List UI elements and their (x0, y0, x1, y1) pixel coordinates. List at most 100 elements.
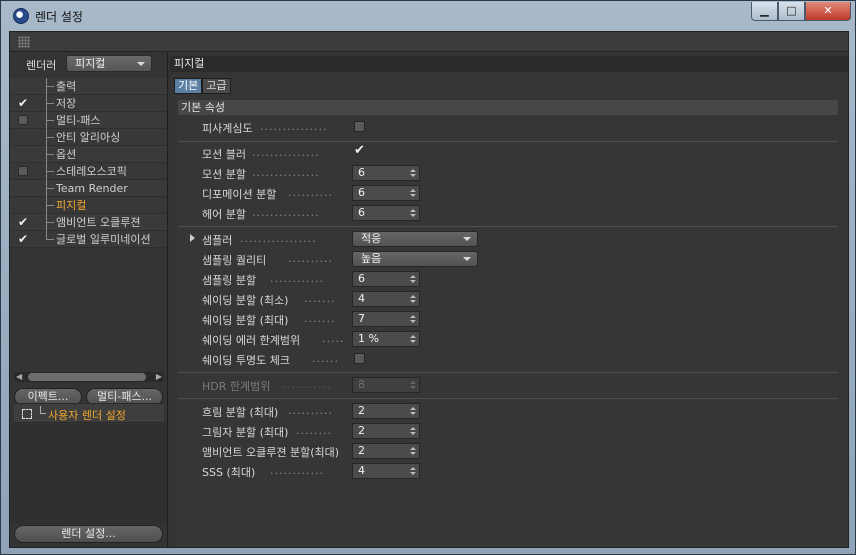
motion-blur-label: 모션 블러 (202, 148, 246, 161)
tree-item[interactable]: 안티 알리아싱 (10, 129, 167, 146)
tree-branch (46, 146, 54, 155)
leader-dots: ................. (240, 232, 317, 245)
enable-checkbox[interactable] (18, 115, 28, 125)
leader-dots: ..... (322, 332, 345, 345)
sampling-subdiv-row: 샘플링 분할 ............ 6 (178, 269, 838, 289)
maximize-button[interactable]: □ (778, 2, 805, 21)
tree-item[interactable]: 멀티-패스 (10, 112, 167, 129)
tree-item[interactable]: ✔ 글로벌 일루미네이션 (10, 231, 167, 248)
tab-basic[interactable]: 기본 (174, 78, 203, 94)
spinner-arrows-icon[interactable] (410, 427, 416, 436)
tree-item-label: 앰비언트 오클루젼 (56, 216, 141, 229)
sss-stepper[interactable]: 4 (352, 463, 420, 479)
tree-item-label: 출력 (56, 80, 77, 93)
sampling-quality-dropdown[interactable]: 높음 (352, 251, 478, 267)
leader-dots: .......... (288, 252, 333, 265)
tree-branch (46, 112, 54, 121)
shading-transparency-checkbox[interactable] (354, 353, 365, 364)
tree-item[interactable]: 출력 (10, 78, 167, 95)
tree-item-label: 글로벌 일루미네이션 (56, 233, 151, 246)
checkmark-icon[interactable]: ✔ (18, 233, 28, 245)
sampling-quality-label: 샘플링 퀄리티 (202, 254, 267, 267)
shading-error-value: 1 % (358, 332, 379, 345)
hair-subdiv-row: 헤어 분할 ............... 6 (178, 203, 838, 223)
tree-item[interactable]: 피지컬 (10, 197, 167, 214)
tree-item[interactable]: Team Render (10, 180, 167, 197)
sampling-quality-value: 높음 (361, 252, 382, 265)
client-area: 렌더러 피지컬 출력 ✔ 저장멀티-패스안티 알리아싱옵션스테레오스코픽 Team R… (9, 31, 849, 548)
grip-handle-icon[interactable] (18, 36, 30, 48)
motion-blur-checkbox[interactable]: ✔ (354, 144, 365, 158)
settings-list-empty (10, 424, 167, 524)
spinner-arrows-icon[interactable] (410, 467, 416, 476)
shading-subdiv-max-stepper[interactable]: 7 (352, 311, 420, 327)
tree-item-label: 저장 (56, 97, 77, 110)
deform-subdiv-stepper[interactable]: 6 (352, 185, 420, 201)
tree-item[interactable]: ✔ 앰비언트 오클루젼 (10, 214, 167, 231)
tree-item-label: 옵션 (56, 148, 77, 161)
leader-dots: ............... (252, 166, 320, 179)
shading-error-label: 쉐이딩 에러 한계범위 (202, 334, 301, 347)
shadow-subdiv-stepper[interactable]: 2 (352, 423, 420, 439)
tree-item[interactable]: 옵션 (10, 146, 167, 163)
checkmark-icon[interactable]: ✔ (18, 97, 28, 109)
spinner-arrows-icon[interactable] (410, 209, 416, 218)
deform-subdiv-value: 6 (358, 186, 365, 199)
leader-dots: ...... (312, 352, 339, 365)
horizontal-scrollbar[interactable]: ◀ ▶ (14, 372, 164, 382)
tree-branch (46, 129, 54, 138)
hair-subdiv-stepper[interactable]: 6 (352, 205, 420, 221)
sampler-dropdown[interactable]: 적응 (352, 231, 478, 247)
shading-subdiv-max-value: 7 (358, 312, 365, 325)
checkmark-icon[interactable]: ✔ (18, 216, 28, 228)
renderer-row: 렌더러 피지컬 (10, 54, 168, 74)
spinner-arrows-icon[interactable] (410, 315, 416, 324)
shadow-subdiv-row: 그림자 분할 (최대) ........ 2 (178, 421, 838, 441)
divider (178, 226, 838, 227)
spinner-arrows-icon (410, 381, 416, 390)
motion-subdiv-stepper[interactable]: 6 (352, 165, 420, 181)
renderer-value: 피지컬 (75, 57, 106, 70)
blurriness-subdiv-stepper[interactable]: 2 (352, 403, 420, 419)
right-panel: 피지컬 기본 고급 기본 속성 피사계심도 ............... 모션… (170, 52, 848, 547)
window-controls: ▁ □ ✕ (751, 2, 851, 21)
render-settings-button[interactable]: 렌더 설정... (14, 525, 163, 543)
spinner-arrows-icon[interactable] (410, 407, 416, 416)
render-setting-icon (22, 409, 32, 419)
chevron-down-icon (137, 62, 145, 66)
tree-item[interactable]: 스테레오스코픽 (10, 163, 167, 180)
spinner-arrows-icon[interactable] (410, 275, 416, 284)
spinner-arrows-icon[interactable] (410, 335, 416, 344)
shading-subdiv-min-stepper[interactable]: 4 (352, 291, 420, 307)
depth-of-field-checkbox[interactable] (354, 121, 365, 132)
spinner-arrows-icon[interactable] (410, 169, 416, 178)
minimize-button[interactable]: ▁ (751, 2, 778, 21)
leader-dots: .......... (288, 404, 333, 417)
close-button[interactable]: ✕ (805, 2, 851, 21)
scroll-right-arrow-icon[interactable]: ▶ (156, 372, 162, 382)
scrollbar-thumb[interactable] (28, 373, 146, 381)
spinner-arrows-icon[interactable] (410, 189, 416, 198)
tree-branch (46, 214, 54, 223)
spinner-arrows-icon[interactable] (410, 447, 416, 456)
leader-dots: ............ (270, 272, 324, 285)
enable-checkbox[interactable] (18, 166, 28, 176)
ao-subdiv-stepper[interactable]: 2 (352, 443, 420, 459)
tree-item-label: 안티 알리아싱 (56, 131, 121, 144)
sampling-subdiv-stepper[interactable]: 6 (352, 271, 420, 287)
shading-error-stepper[interactable]: 1 % (352, 331, 420, 347)
shading-transparency-label: 쉐이딩 투명도 체크 (202, 354, 290, 367)
renderer-dropdown[interactable]: 피지컬 (66, 55, 152, 72)
user-render-setting-item[interactable]: 사용자 렌더 설정 (14, 403, 164, 423)
scroll-left-arrow-icon[interactable]: ◀ (16, 372, 22, 382)
tree-item[interactable]: ✔ 저장 (10, 95, 167, 112)
shadow-subdiv-label: 그림자 분할 (최대) (202, 426, 289, 439)
tab-advanced[interactable]: 고급 (202, 78, 231, 94)
chevron-down-icon (463, 257, 471, 261)
deform-subdiv-label: 디포메이션 분할 (202, 188, 277, 201)
shadow-subdiv-value: 2 (358, 424, 365, 437)
expand-arrow-icon[interactable] (190, 234, 195, 242)
spinner-arrows-icon[interactable] (410, 295, 416, 304)
title-bar[interactable]: 렌더 설정 ▁ □ ✕ (1, 1, 856, 31)
user-render-setting-label: 사용자 렌더 설정 (48, 409, 126, 422)
